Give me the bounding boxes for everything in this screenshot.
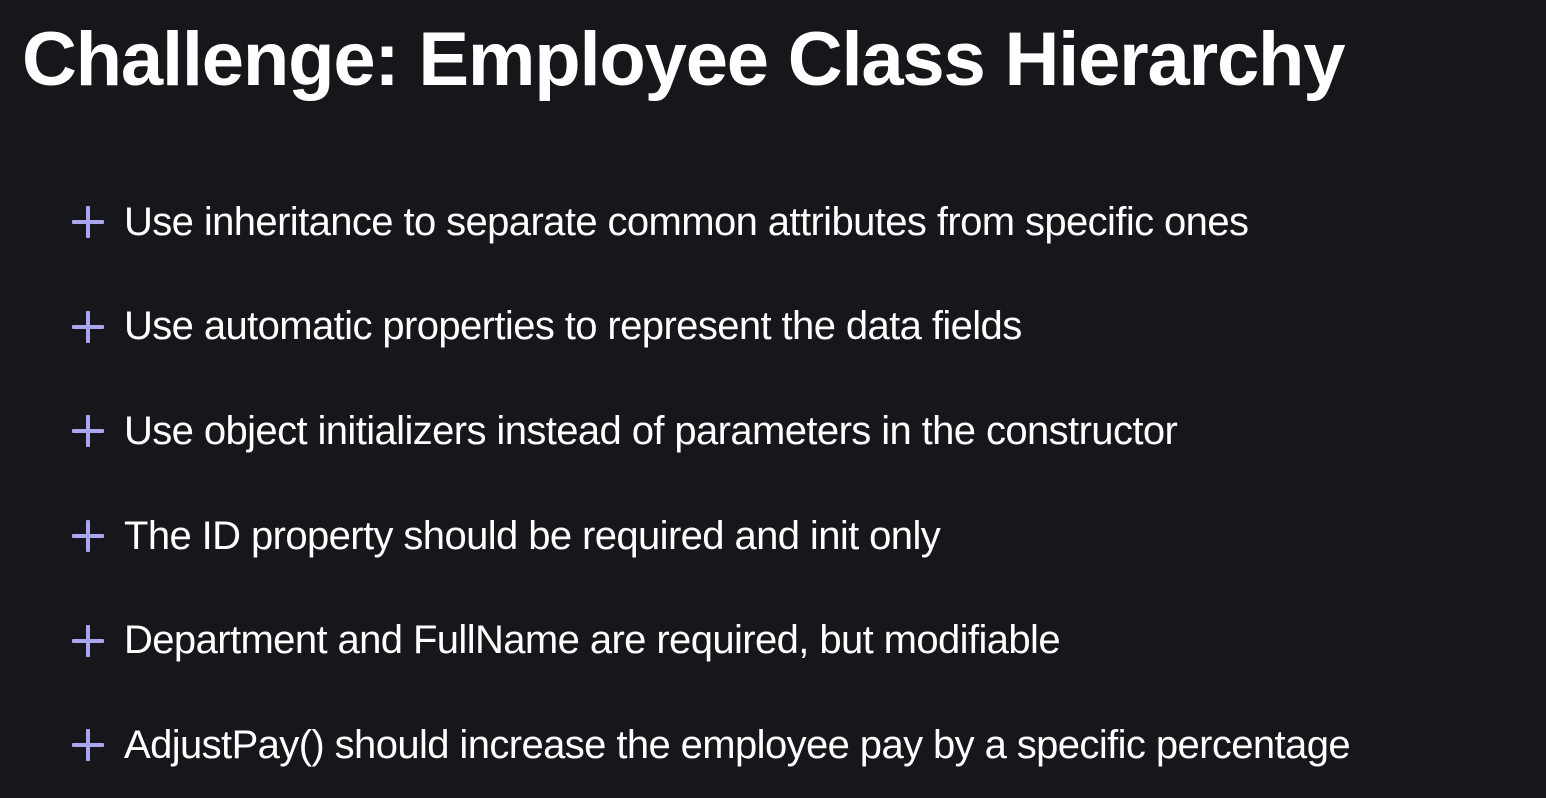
plus-icon xyxy=(70,518,106,554)
bullet-item: Use inheritance to separate common attri… xyxy=(70,170,1350,275)
bullet-text: The ID property should be required and i… xyxy=(124,513,941,558)
bullet-item: The ID property should be required and i… xyxy=(70,484,1350,589)
bullet-list: Use inheritance to separate common attri… xyxy=(70,170,1351,798)
bullet-item: Department and FullName are required, bu… xyxy=(70,588,1350,693)
plus-icon xyxy=(70,727,106,763)
bullet-text: AdjustPay() should increase the employee… xyxy=(124,722,1351,767)
plus-icon xyxy=(70,204,106,240)
bullet-text: Use inheritance to separate common attri… xyxy=(124,199,1249,244)
bullet-item: AdjustPay() should increase the employee… xyxy=(70,693,1351,798)
plus-icon xyxy=(70,623,106,659)
bullet-text: Department and FullName are required, bu… xyxy=(124,618,1061,663)
bullet-text: Use object initializers instead of param… xyxy=(124,408,1178,453)
bullet-item: Use object initializers instead of param… xyxy=(70,379,1350,484)
slide: Challenge: Employee Class Hierarchy Use … xyxy=(0,0,1546,798)
plus-icon xyxy=(70,413,106,449)
bullet-text: Use automatic properties to represent th… xyxy=(124,304,1022,349)
slide-title: Challenge: Employee Class Hierarchy xyxy=(22,17,1346,102)
bullet-item: Use automatic properties to represent th… xyxy=(70,275,1350,380)
plus-icon xyxy=(70,309,106,345)
